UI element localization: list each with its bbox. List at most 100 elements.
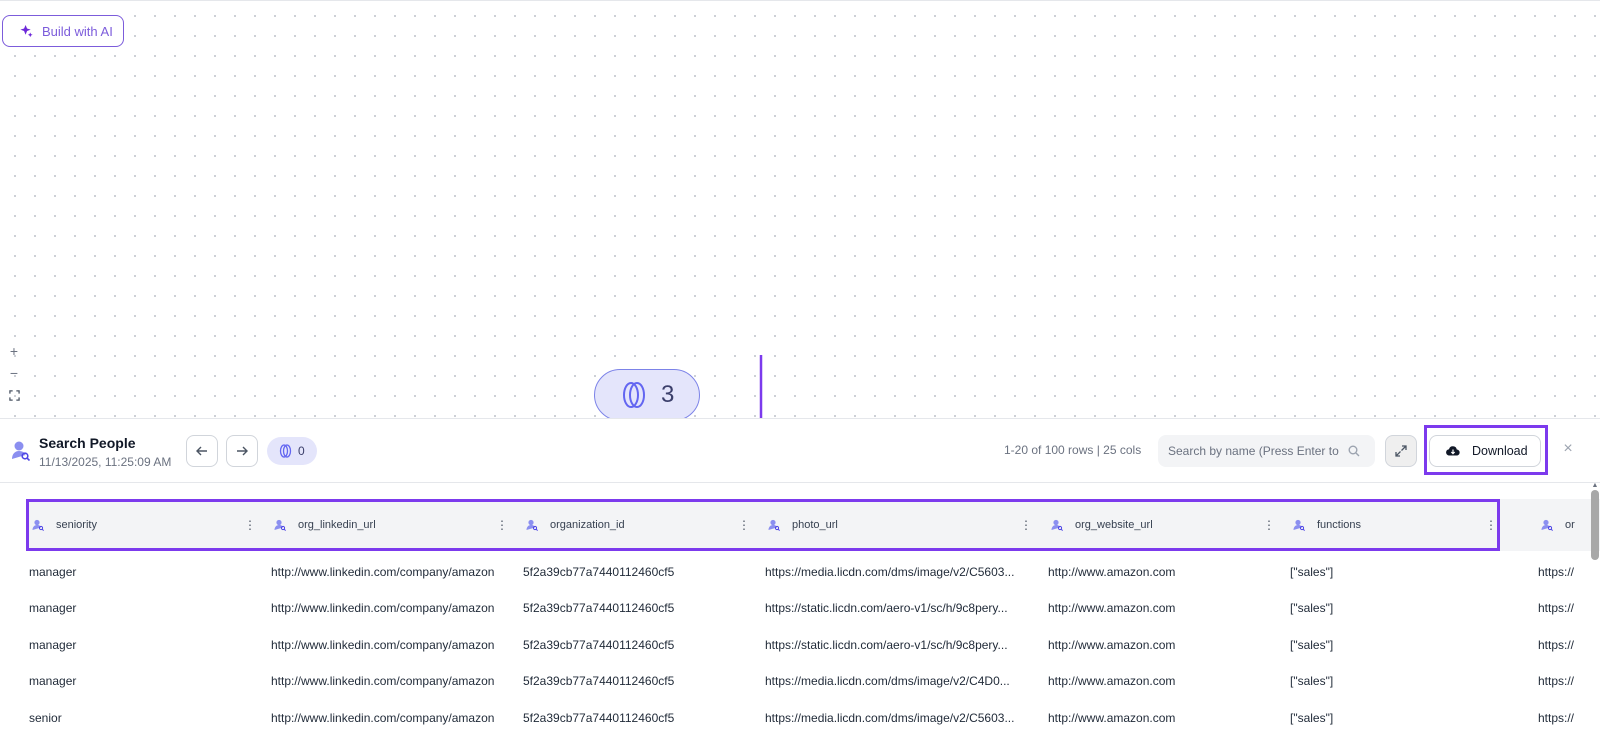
table-cell: senior (29, 710, 62, 725)
table-row[interactable]: senior http://www.linkedin.com/company/am… (26, 699, 1600, 736)
search-box (1158, 435, 1375, 467)
zoom-in-button[interactable]: + (4, 341, 24, 361)
column-header-label: functions (1317, 519, 1362, 531)
kebab-menu-icon[interactable]: ⋮ (496, 518, 508, 532)
expand-button[interactable] (1385, 435, 1417, 467)
table-cell: http://www.amazon.com (1048, 564, 1176, 579)
table-cell: manager (29, 601, 77, 615)
table-cell: 5f2a39cb77a7440112460cf5 (523, 674, 675, 688)
table-cell: http://www.linkedin.com/company/amazon (271, 601, 495, 615)
column-header-label: organization_id (550, 519, 625, 531)
arrow-left-icon (196, 446, 207, 456)
table-cell: 5f2a39cb77a7440112460cf5 (523, 637, 675, 652)
table-cell: manager (29, 674, 77, 688)
person-search-icon (526, 519, 538, 531)
column-header[interactable]: org_linkedin_url ⋮ (268, 499, 508, 551)
table-cell: https:// (1538, 564, 1575, 579)
table-cell: https://static.licdn.com/aero-v1/sc/h/9c… (765, 601, 1008, 615)
table-cell: 5f2a39cb77a7440112460cf5 (523, 710, 675, 725)
table-cell: http://www.linkedin.com/company/amazon (271, 637, 495, 652)
table-cell: ["sales"] (1290, 564, 1334, 579)
table-row[interactable]: manager http://www.linkedin.com/company/a… (26, 626, 1600, 663)
column-header-label: photo_url (792, 519, 838, 531)
sparkle-icon (20, 24, 33, 37)
search-input[interactable] (1168, 444, 1348, 458)
rows-info: 1-20 of 100 rows | 25 cols (1004, 443, 1142, 457)
column-header-label: org_website_url (1075, 519, 1153, 531)
person-search-icon (32, 519, 44, 531)
table-cell: http://www.amazon.com (1048, 601, 1176, 615)
results-panel: Search People 11/13/2025, 11:25:09 AM 0 … (0, 418, 1600, 740)
credits-used-count: 0 (298, 444, 305, 458)
workflow-canvas[interactable]: Build with AI + − 3 (0, 0, 1600, 421)
person-search-icon (1541, 519, 1553, 531)
column-header-label: or (1565, 519, 1575, 531)
table-cell: https://static.licdn.com/aero-v1/sc/h/9c… (765, 637, 1008, 652)
table-cell: ["sales"] (1290, 637, 1334, 652)
column-header[interactable]: organization_id ⋮ (520, 499, 750, 551)
table-cell: https:// (1538, 601, 1575, 615)
table-cell: ["sales"] (1290, 601, 1334, 615)
table-cell: http://www.amazon.com (1048, 674, 1176, 688)
table-cell: http://www.amazon.com (1048, 710, 1176, 725)
person-search-icon (768, 519, 780, 531)
credits-count: 3 (661, 381, 675, 408)
table-cell: manager (29, 564, 77, 579)
table-cell: http://www.linkedin.com/company/amazon (271, 564, 495, 579)
table-cell: http://www.linkedin.com/company/amazon (271, 674, 495, 688)
person-search-icon (274, 519, 286, 531)
column-header-label: org_linkedin_url (298, 519, 376, 531)
column-header[interactable]: photo_url ⋮ (762, 499, 1032, 551)
kebab-menu-icon[interactable]: ⋮ (244, 518, 256, 532)
coin-icon (623, 382, 645, 408)
kebab-menu-icon[interactable]: ⋮ (1020, 518, 1032, 532)
close-panel-button[interactable]: × (1560, 441, 1576, 457)
table-cell: ["sales"] (1290, 674, 1334, 688)
panel-timestamp: 11/13/2025, 11:25:09 AM (39, 455, 172, 469)
table-row[interactable]: manager http://www.linkedin.com/company/a… (26, 553, 1600, 590)
previous-button[interactable] (186, 435, 218, 467)
column-header-label: seniority (56, 519, 97, 531)
table-cell: https:// (1538, 637, 1575, 652)
panel-title: Search People (39, 435, 136, 451)
person-search-icon (12, 441, 30, 461)
fit-view-icon (8, 389, 20, 401)
next-button[interactable] (226, 435, 258, 467)
table-cell: https:// (1538, 674, 1575, 688)
credits-node[interactable]: 3 (594, 369, 700, 421)
search-icon (1348, 445, 1360, 457)
table-cell: ["sales"] (1290, 710, 1334, 725)
table-cell: https://media.licdn.com/dms/image/v2/C56… (765, 710, 1015, 725)
person-search-icon (1293, 519, 1305, 531)
download-label: Download (1472, 444, 1528, 458)
results-table: seniority ⋮ org_linkedin_url ⋮ organization_… (26, 499, 1600, 741)
kebab-menu-icon[interactable]: ⋮ (1485, 518, 1497, 532)
cloud-download-icon (1446, 446, 1460, 456)
table-cell: https://media.licdn.com/dms/image/v2/C56… (765, 564, 1015, 579)
table-cell: manager (29, 637, 77, 652)
kebab-menu-icon[interactable]: ⋮ (738, 518, 750, 532)
zoom-controls: + − (4, 341, 24, 405)
column-header[interactable]: org_website_url ⋮ (1045, 499, 1275, 551)
download-button[interactable]: Download (1429, 435, 1541, 467)
credits-used-badge: 0 (267, 437, 317, 465)
table-cell: http://www.amazon.com (1048, 637, 1176, 652)
vertical-scrollbar[interactable] (1591, 490, 1599, 560)
column-header[interactable]: functions ⋮ (1287, 499, 1497, 551)
coin-icon (279, 444, 292, 458)
table-row[interactable]: manager http://www.linkedin.com/company/a… (26, 663, 1600, 700)
arrow-right-icon (237, 446, 248, 456)
person-search-icon (1051, 519, 1063, 531)
build-with-ai-label: Build with AI (42, 23, 113, 39)
zoom-out-button[interactable]: − (4, 363, 24, 383)
table-cell: https://media.licdn.com/dms/image/v2/C4D… (765, 674, 1010, 688)
table-row[interactable]: manager http://www.linkedin.com/company/a… (26, 590, 1600, 627)
fit-view-button[interactable] (4, 385, 24, 405)
table-cell: 5f2a39cb77a7440112460cf5 (523, 601, 675, 615)
table-cell: 5f2a39cb77a7440112460cf5 (523, 564, 675, 579)
column-header[interactable]: seniority ⋮ (26, 499, 256, 551)
scroll-up-arrow[interactable]: ▲ (1590, 482, 1600, 490)
kebab-menu-icon[interactable]: ⋮ (1263, 518, 1275, 532)
table-cell: http://www.linkedin.com/company/amazon (271, 710, 495, 725)
build-with-ai-button[interactable]: Build with AI (2, 15, 124, 47)
